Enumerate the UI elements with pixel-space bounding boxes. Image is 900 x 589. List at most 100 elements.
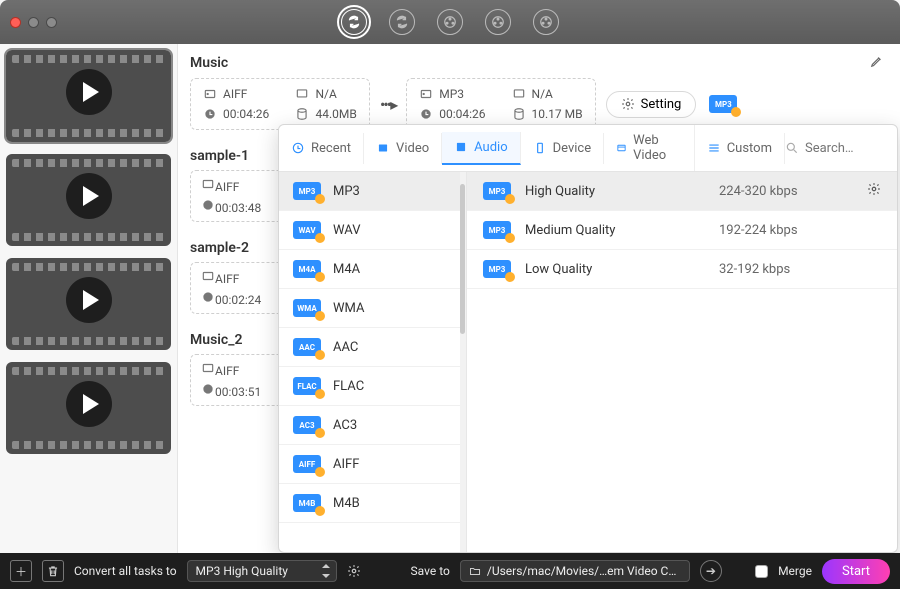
tab-label: Web Video	[633, 133, 682, 163]
src-size: 44.0MB	[315, 107, 356, 121]
src-duration: 00:04:26	[223, 107, 269, 121]
play-icon	[66, 277, 112, 323]
src-duration: 00:02:24	[215, 293, 261, 307]
format-item-m4a[interactable]: M4AM4A	[279, 250, 466, 289]
dst-format: MP3	[439, 87, 464, 101]
tab-recent[interactable]: Recent	[279, 133, 364, 164]
edit-icon[interactable]	[870, 54, 884, 72]
gear-icon[interactable]	[347, 564, 361, 578]
play-icon	[66, 69, 112, 115]
setting-label: Setting	[641, 97, 682, 112]
convert-label: Convert all tasks to	[74, 564, 177, 578]
format-label: AIFF	[333, 457, 359, 472]
format-label: WAV	[333, 223, 360, 238]
tab-custom[interactable]: Custom	[695, 133, 785, 164]
format-item-mp3[interactable]: MP3MP3	[279, 172, 466, 211]
tab-webvideo[interactable]: Web Video	[604, 125, 695, 171]
preset-select[interactable]: MP3 High Quality	[187, 560, 337, 582]
minimize-window-button[interactable]	[28, 17, 39, 28]
save-path-box[interactable]: /Users/mac/Movies/…em Video Converter	[460, 560, 690, 582]
top-toolbar	[341, 9, 559, 35]
thumb-item[interactable]	[0, 148, 177, 252]
mode-download-icon[interactable]	[389, 9, 415, 35]
start-button[interactable]: Start	[822, 559, 890, 584]
mode-film-x-icon[interactable]	[533, 9, 559, 35]
src-format: AIFF	[215, 180, 239, 194]
delete-task-button[interactable]	[42, 560, 64, 582]
tab-audio[interactable]: Audio	[442, 132, 520, 165]
src-res: N/A	[315, 87, 336, 101]
window-controls	[10, 17, 57, 28]
format-popover: Recent Video Audio Device Web Video Cust…	[278, 124, 898, 553]
format-label: M4A	[333, 262, 360, 277]
quality-rate: 32-192 kbps	[719, 262, 881, 277]
task-title: sample-1	[190, 148, 249, 164]
tab-label: Video	[396, 141, 429, 156]
merge-label: Merge	[778, 564, 812, 578]
format-item-m4b[interactable]: M4BM4B	[279, 484, 466, 523]
mode-convert-icon[interactable]	[341, 9, 367, 35]
tab-label: Audio	[474, 140, 507, 155]
quality-rate: 192-224 kbps	[719, 223, 881, 238]
arrow-icon: •••▸	[380, 95, 396, 114]
quality-label: High Quality	[525, 184, 705, 199]
open-folder-button[interactable]: ➔	[700, 560, 722, 582]
thumb-item[interactable]	[0, 44, 177, 148]
dest-card: MP3 N/A 00:04:26 10.17 MB	[406, 78, 595, 130]
format-item-ac3[interactable]: AC3AC3	[279, 406, 466, 445]
setting-button[interactable]: Setting	[606, 91, 697, 118]
quality-rate: 224-320 kbps	[719, 184, 853, 199]
add-task-button[interactable]: ＋	[10, 560, 32, 582]
quality-label: Low Quality	[525, 262, 705, 277]
search-box[interactable]	[785, 141, 885, 156]
format-item-aac[interactable]: AACAAC	[279, 328, 466, 367]
thumb-item[interactable]	[0, 252, 177, 356]
quality-item-medium[interactable]: MP3 Medium Quality 192-224 kbps	[467, 211, 897, 250]
content: Music AIFF N/A 00:04:26 44.0MB •••▸ MP3 …	[178, 44, 900, 553]
mode-film-plus-icon[interactable]	[485, 9, 511, 35]
src-format: AIFF	[215, 272, 239, 286]
format-item-flac[interactable]: FLACFLAC	[279, 367, 466, 406]
source-card: AIFF N/A 00:04:26 44.0MB	[190, 78, 370, 130]
play-icon	[66, 173, 112, 219]
format-label: AAC	[333, 340, 358, 355]
merge-checkbox[interactable]	[755, 565, 768, 578]
main: Music AIFF N/A 00:04:26 44.0MB •••▸ MP3 …	[0, 44, 900, 553]
quality-item-low[interactable]: MP3 Low Quality 32-192 kbps	[467, 250, 897, 289]
src-duration: 00:03:48	[215, 201, 261, 215]
task-title: Music	[190, 55, 228, 71]
format-label: AC3	[333, 418, 357, 433]
format-label: MP3	[333, 184, 360, 199]
tab-video[interactable]: Video	[364, 133, 442, 164]
quality-item-high[interactable]: MP3 High Quality 224-320 kbps	[467, 172, 897, 211]
save-path: /Users/mac/Movies/…em Video Converter	[487, 564, 681, 578]
source-card: AIFF 00:03:48	[190, 170, 290, 222]
preset-value: MP3 High Quality	[196, 564, 288, 578]
format-label: WMA	[333, 301, 364, 316]
titlebar	[0, 0, 900, 44]
dst-res: N/A	[532, 87, 553, 101]
tab-label: Custom	[727, 141, 772, 156]
scrollbar[interactable]	[460, 172, 466, 552]
tab-device[interactable]: Device	[521, 133, 605, 164]
task-title: sample-2	[190, 240, 249, 256]
gear-icon[interactable]	[867, 182, 881, 200]
tab-label: Recent	[311, 141, 351, 156]
thumb-item[interactable]	[0, 356, 177, 460]
task-row: Music AIFF N/A 00:04:26 44.0MB •••▸ MP3 …	[190, 54, 884, 130]
format-item-aiff[interactable]: AIFFAIFF	[279, 445, 466, 484]
maximize-window-button[interactable]	[46, 17, 57, 28]
format-chip[interactable]: MP3	[706, 92, 740, 116]
gear-icon	[621, 97, 635, 111]
mode-film-icon[interactable]	[437, 9, 463, 35]
source-card: AIFF 00:02:24	[190, 262, 290, 314]
format-list[interactable]: MP3MP3 WAVWAV M4AM4A WMAWMA AACAAC FLACF…	[279, 172, 467, 552]
format-item-wma[interactable]: WMAWMA	[279, 289, 466, 328]
close-window-button[interactable]	[10, 17, 21, 28]
format-item-wav[interactable]: WAVWAV	[279, 211, 466, 250]
save-label: Save to	[411, 564, 450, 578]
format-label: FLAC	[333, 379, 364, 394]
sidebar	[0, 44, 178, 553]
format-label: M4B	[333, 496, 360, 511]
search-input[interactable]	[805, 141, 885, 156]
